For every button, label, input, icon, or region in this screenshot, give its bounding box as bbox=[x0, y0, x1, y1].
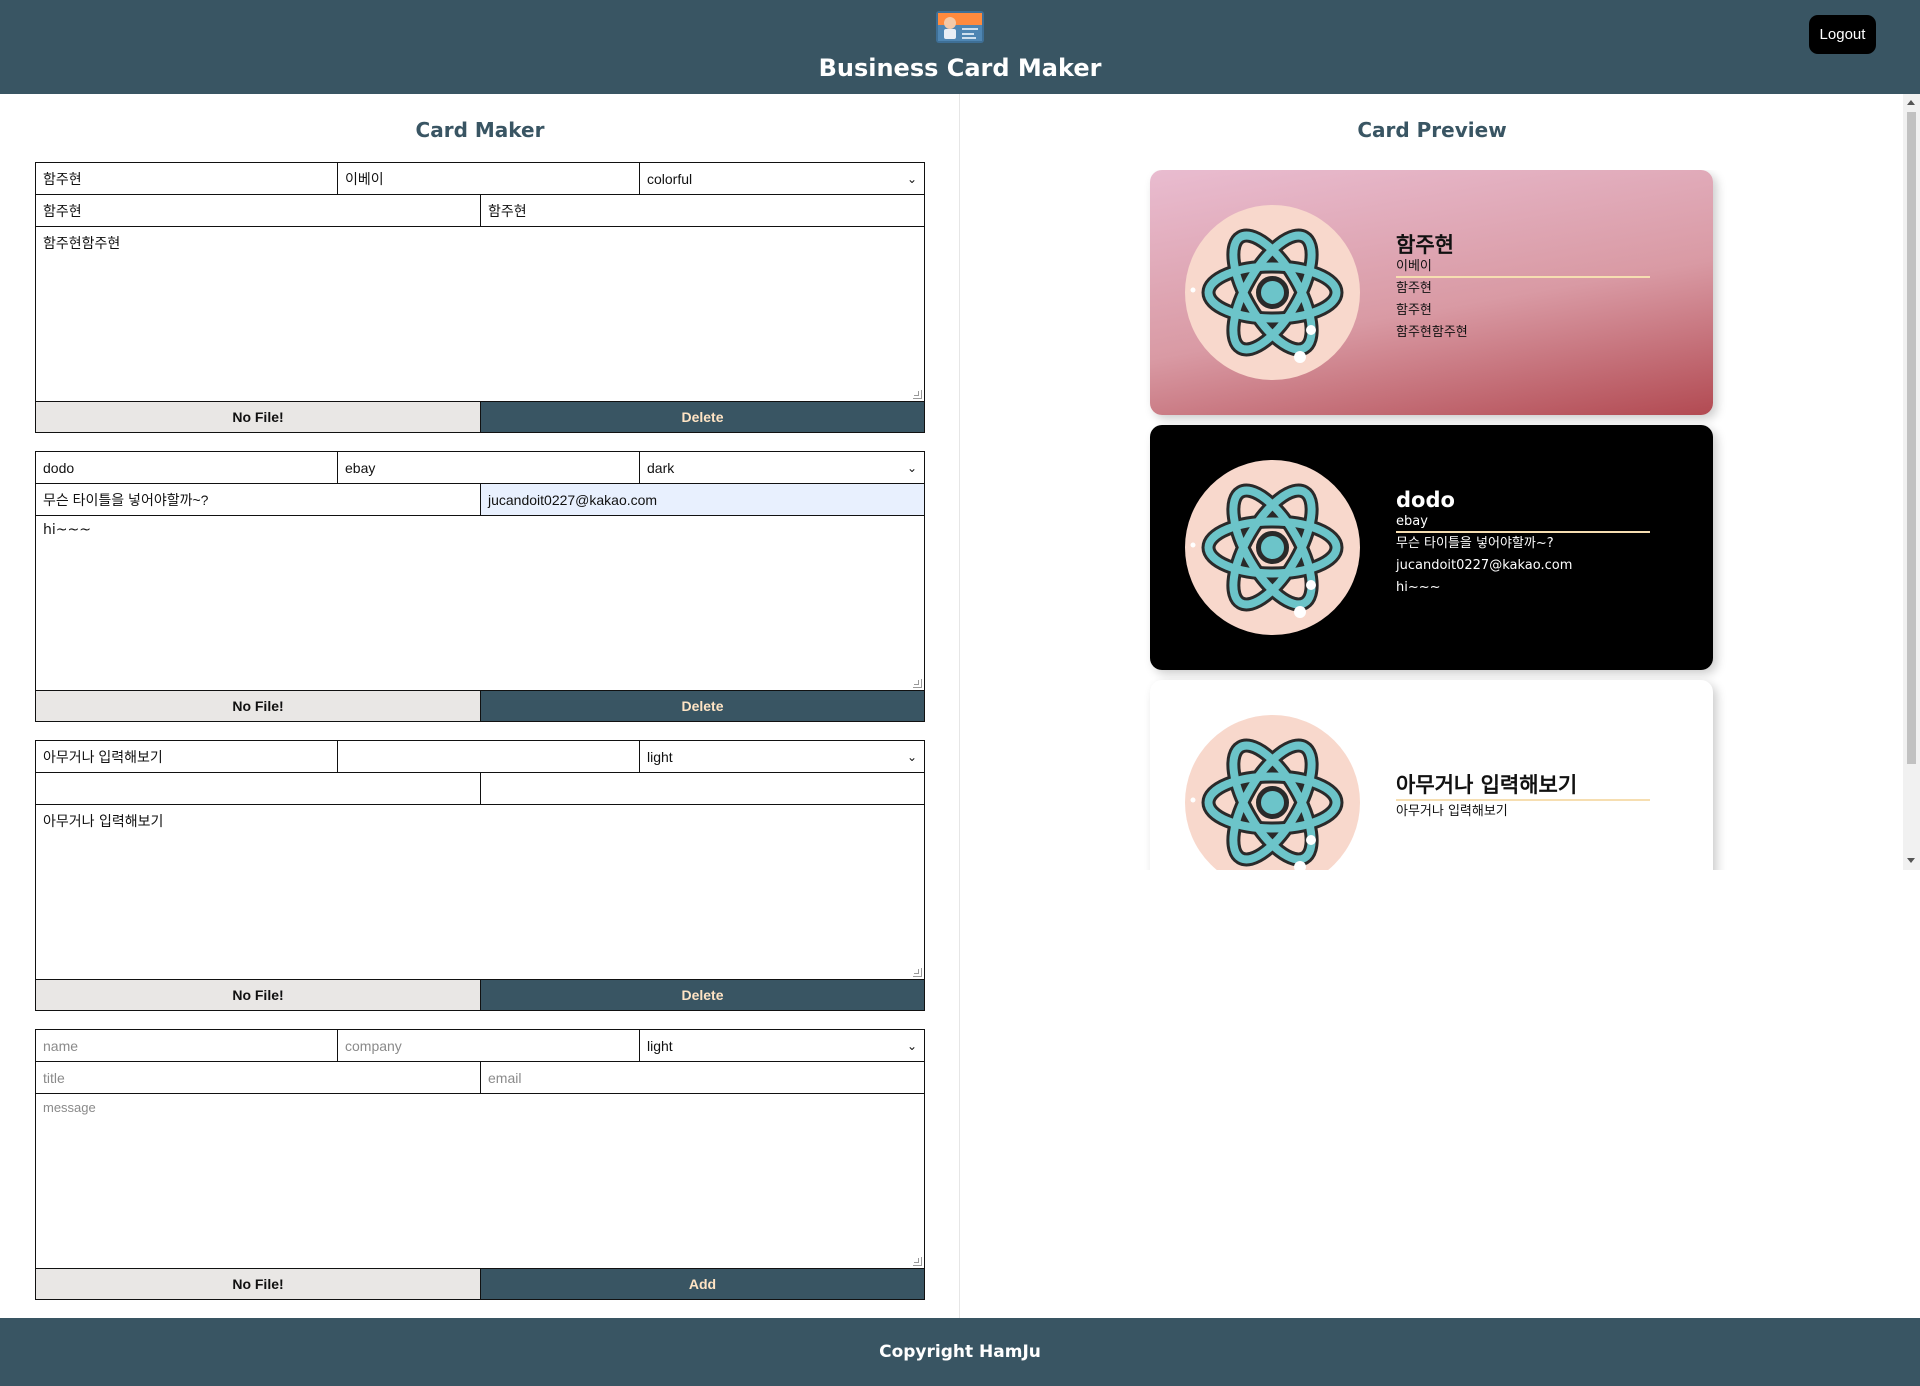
name-input[interactable]: 함주현 bbox=[36, 163, 338, 195]
card-title: 함주현 bbox=[1396, 281, 1432, 296]
company-input[interactable] bbox=[338, 741, 640, 773]
scroll-up-arrow-icon[interactable] bbox=[1907, 100, 1915, 105]
email-input[interactable]: 함주현 bbox=[481, 195, 924, 227]
theme-select-value: light bbox=[647, 1037, 673, 1054]
card-info: 함주현 이베이 함주현 함주현 함주현함주현 bbox=[1396, 232, 1650, 344]
app-footer: Copyright HamJu bbox=[0, 1318, 1920, 1386]
delete-button[interactable]: Delete bbox=[481, 691, 924, 721]
card-email: 함주현 bbox=[1396, 303, 1432, 318]
avatar bbox=[1185, 205, 1360, 380]
title-input[interactable] bbox=[36, 773, 481, 805]
card-edit-form: 아무거나 입력해보기 light ⌄ 아무거나 입력해보기 No File! D… bbox=[35, 740, 925, 1011]
name-input[interactable]: dodo bbox=[36, 452, 338, 484]
business-card: dodo ebay 무슨 타이틀을 넣어야할까~? jucandoit0227@… bbox=[1150, 425, 1713, 670]
chevron-down-icon: ⌄ bbox=[906, 749, 917, 764]
theme-select-value: colorful bbox=[647, 170, 693, 187]
card-edit-form: dodo ebay dark ⌄ 무슨 타이틀을 넣어야할까~? jucando… bbox=[35, 451, 925, 722]
email-input[interactable]: email bbox=[481, 1062, 924, 1094]
card-maker-panel: Card Maker 함주현 이베이 colorful ⌄ 함주현 함주현 함주… bbox=[0, 94, 960, 1318]
chevron-down-icon: ⌄ bbox=[906, 1038, 917, 1053]
delete-button[interactable]: Delete bbox=[481, 980, 924, 1010]
title-input[interactable]: 무슨 타이틀을 넣어야할까~? bbox=[36, 484, 481, 516]
company-input[interactable]: ebay bbox=[338, 452, 640, 484]
title-input[interactable]: title bbox=[36, 1062, 481, 1094]
title-input[interactable]: 함주현 bbox=[36, 195, 481, 227]
name-input[interactable]: 아무거나 입력해보기 bbox=[36, 741, 338, 773]
scroll-down-arrow-icon[interactable] bbox=[1907, 858, 1915, 863]
card-company: ebay bbox=[1396, 513, 1650, 533]
message-placeholder: message bbox=[43, 1100, 96, 1115]
message-textarea[interactable]: 아무거나 입력해보기 bbox=[36, 805, 924, 980]
name-input[interactable]: name bbox=[36, 1030, 338, 1062]
card-name: 아무거나 입력해보기 bbox=[1396, 773, 1578, 797]
delete-button[interactable]: Delete bbox=[481, 402, 924, 432]
avatar bbox=[1185, 715, 1360, 870]
card-info: 아무거나 입력해보기 아무거나 입력해보기 bbox=[1396, 772, 1650, 823]
theme-select-value: light bbox=[647, 748, 673, 765]
business-card: 함주현 이베이 함주현 함주현 함주현함주현 bbox=[1150, 170, 1713, 415]
add-button[interactable]: Add bbox=[481, 1269, 924, 1299]
company-input[interactable]: company bbox=[338, 1030, 640, 1062]
resize-grip-icon[interactable] bbox=[913, 390, 922, 399]
chevron-down-icon: ⌄ bbox=[906, 171, 917, 186]
resize-grip-icon[interactable] bbox=[913, 968, 922, 977]
business-card-logo bbox=[936, 11, 984, 43]
card-message: 아무거나 입력해보기 bbox=[1396, 804, 1508, 819]
card-company: 이베이 bbox=[1396, 258, 1650, 278]
page-title: Business Card Maker bbox=[818, 54, 1102, 82]
atom-icon bbox=[1190, 228, 1344, 363]
file-upload-button[interactable]: No File! bbox=[36, 980, 481, 1010]
chevron-down-icon: ⌄ bbox=[906, 460, 917, 475]
email-input[interactable]: jucandoit0227@kakao.com bbox=[481, 484, 924, 516]
company-input[interactable]: 이베이 bbox=[338, 163, 640, 195]
card-email: jucandoit0227@kakao.com bbox=[1396, 558, 1573, 573]
theme-select[interactable]: light ⌄ bbox=[640, 741, 924, 773]
file-upload-button[interactable]: No File! bbox=[36, 402, 481, 432]
card-maker-title: Card Maker bbox=[415, 118, 545, 142]
scroll-thumb[interactable] bbox=[1907, 112, 1916, 764]
card-message: hi~~~ bbox=[1396, 580, 1441, 595]
card-message: 함주현함주현 bbox=[1396, 325, 1468, 340]
email-input[interactable] bbox=[481, 773, 924, 805]
card-preview-panel: Card Preview 함주현 이베이 함주현 함주현 함주현함주현 dodo… bbox=[961, 94, 1920, 1318]
atom-icon bbox=[1190, 483, 1344, 618]
business-card: 아무거나 입력해보기 아무거나 입력해보기 bbox=[1150, 680, 1713, 870]
message-textarea[interactable]: hi~~~ bbox=[36, 516, 924, 691]
preview-scrollbar[interactable] bbox=[1903, 94, 1920, 870]
card-list: 함주현 이베이 함주현 함주현 함주현함주현 dodo ebay 무슨 타이틀을… bbox=[961, 170, 1903, 870]
card-title: 무슨 타이틀을 넣어야할까~? bbox=[1396, 536, 1554, 551]
file-upload-button[interactable]: No File! bbox=[36, 691, 481, 721]
card-add-form: name company light ⌄ title email message… bbox=[35, 1029, 925, 1300]
resize-grip-icon[interactable] bbox=[913, 1257, 922, 1266]
card-name: dodo bbox=[1396, 488, 1455, 512]
theme-select[interactable]: light ⌄ bbox=[640, 1030, 924, 1062]
message-textarea[interactable]: message bbox=[36, 1094, 924, 1269]
card-edit-form: 함주현 이베이 colorful ⌄ 함주현 함주현 함주현함주현 No Fil… bbox=[35, 162, 925, 433]
theme-select[interactable]: dark ⌄ bbox=[640, 452, 924, 484]
file-upload-button[interactable]: No File! bbox=[36, 1269, 481, 1299]
avatar bbox=[1185, 460, 1360, 635]
card-name: 함주현 bbox=[1396, 233, 1454, 257]
atom-icon bbox=[1190, 738, 1344, 870]
message-text: 함주현함주현 bbox=[43, 236, 121, 252]
resize-grip-icon[interactable] bbox=[913, 679, 922, 688]
card-preview-title: Card Preview bbox=[1357, 118, 1507, 142]
logout-button[interactable]: Logout bbox=[1809, 15, 1876, 54]
message-text: hi~~~ bbox=[43, 522, 91, 538]
theme-select[interactable]: colorful ⌄ bbox=[640, 163, 924, 195]
message-text: 아무거나 입력해보기 bbox=[43, 814, 164, 830]
app-header: Business Card Maker Logout bbox=[0, 0, 1920, 94]
message-textarea[interactable]: 함주현함주현 bbox=[36, 227, 924, 402]
card-info: dodo ebay 무슨 타이틀을 넣어야할까~? jucandoit0227@… bbox=[1396, 487, 1650, 599]
theme-select-value: dark bbox=[647, 459, 675, 476]
